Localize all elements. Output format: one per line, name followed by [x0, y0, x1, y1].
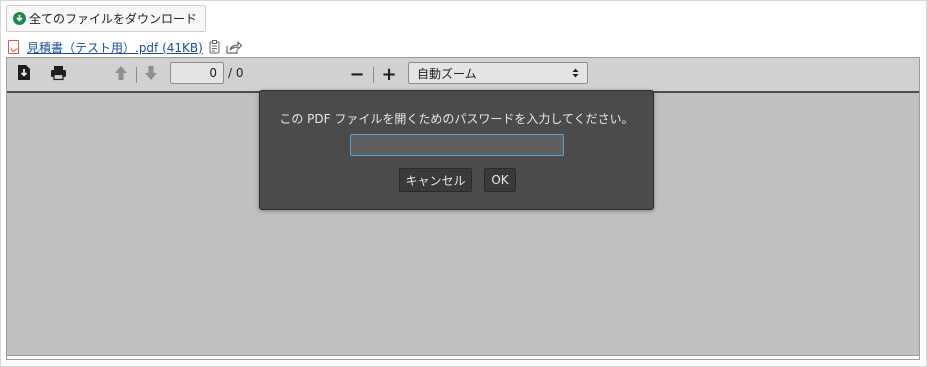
- print-button[interactable]: [47, 63, 69, 85]
- viewer-toolbar: / 0 − + 自動ズーム: [7, 58, 919, 93]
- arrow-up-icon: [114, 65, 128, 84]
- password-input[interactable]: [350, 134, 564, 156]
- download-icon: [17, 64, 31, 84]
- updown-arrows-icon: [572, 68, 579, 78]
- attachment-file-row: 見積書（テスト用）.pdf (41KB): [8, 39, 242, 55]
- ok-button[interactable]: OK: [484, 168, 516, 192]
- clipboard-icon[interactable]: [209, 40, 220, 54]
- zoom-out-button[interactable]: −: [348, 63, 366, 85]
- zoom-select[interactable]: 自動ズーム: [408, 62, 588, 84]
- file-link[interactable]: 見積書（テスト用）.pdf (41KB): [27, 39, 203, 56]
- next-page-button[interactable]: [141, 63, 161, 85]
- previous-page-button[interactable]: [111, 63, 131, 85]
- toolbar-separator: [136, 67, 137, 83]
- page-count: / 0: [228, 66, 244, 80]
- cancel-button[interactable]: キャンセル: [399, 168, 472, 192]
- pdf-file-icon: [8, 40, 19, 54]
- password-prompt: この PDF ファイルを開くためのパスワードを入力してください。: [279, 112, 634, 126]
- share-icon[interactable]: [226, 40, 242, 54]
- viewer-download-button[interactable]: [15, 63, 33, 85]
- viewer-bottom-edge: [7, 355, 919, 359]
- toolbar-separator: [373, 67, 374, 83]
- download-all-button[interactable]: 全てのファイルをダウンロード: [6, 5, 207, 32]
- download-all-label: 全てのファイルをダウンロード: [29, 12, 198, 26]
- print-icon: [50, 65, 67, 84]
- password-dialog: この PDF ファイルを開くためのパスワードを入力してください。 キャンセル O…: [259, 90, 654, 210]
- arrow-down-icon: [144, 65, 158, 84]
- zoom-in-button[interactable]: +: [380, 63, 398, 85]
- download-circle-icon: [13, 12, 26, 25]
- zoom-selected-value: 自動ズーム: [417, 66, 477, 81]
- page-number-input[interactable]: [170, 62, 224, 84]
